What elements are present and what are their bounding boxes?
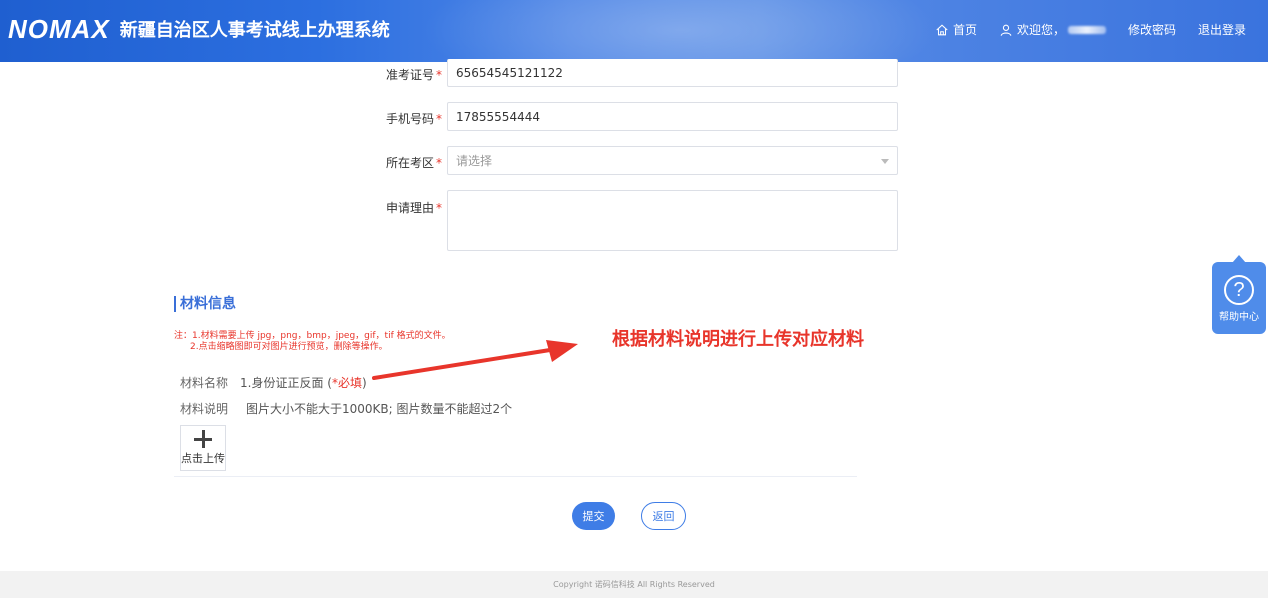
nav-change-password-label: 修改密码 (1127, 23, 1176, 37)
header-nav: 首页 欢迎您， 修改密码 退出登录 (913, 21, 1246, 38)
material-name-label: 材料名称 (180, 376, 229, 390)
reason-label: 申请理由 * (385, 201, 442, 215)
nav-change-password[interactable]: 修改密码 (1128, 21, 1176, 38)
help-center-button[interactable]: ? 帮助中心 (1212, 255, 1266, 334)
logo-mark: NOMAX (8, 13, 110, 44)
reason-textarea[interactable] (447, 190, 898, 251)
material-name-value: 1.身份证正反面 (*必填) (240, 376, 367, 390)
upload-label: 点击上传 (181, 452, 225, 465)
plus-icon (193, 429, 213, 449)
back-button[interactable]: 返回 (641, 502, 686, 530)
region-select[interactable]: 请选择 (447, 146, 898, 175)
nav-welcome-label: 欢迎您， (1016, 23, 1065, 37)
user-icon (1000, 24, 1012, 36)
section-divider (174, 476, 857, 477)
materials-section-title: 材料信息 (174, 296, 236, 312)
annotation-arrow-icon (372, 340, 578, 380)
nav-logout[interactable]: 退出登录 (1198, 21, 1246, 38)
nav-logout-label: 退出登录 (1197, 23, 1246, 37)
nav-home-label: 首页 (952, 23, 977, 37)
ticket-field[interactable]: 65654545121122 (447, 59, 898, 87)
phone-field[interactable]: 17855554444 (447, 102, 898, 131)
annotation-text: 根据材料说明进行上传对应材料 (612, 329, 864, 350)
copyright-text: Copyright 诺码信科技 All Rights Reserved (553, 580, 715, 589)
home-icon (936, 23, 948, 35)
material-desc-row: 材料说明 图片大小不能大于1000KB; 图片数量不能超过2个 (180, 400, 512, 417)
region-label: 所在考区 * (385, 156, 442, 170)
footer: Copyright 诺码信科技 All Rights Reserved (0, 571, 1268, 598)
help-center-label: 帮助中心 (1219, 312, 1259, 323)
system-title: 新疆自治区人事考试线上办理系统 (119, 20, 390, 41)
material-desc-label: 材料说明 (180, 402, 229, 416)
submit-button[interactable]: 提交 (572, 502, 615, 530)
phone-label: 手机号码 * (385, 112, 442, 126)
logo: NOMAX 新疆自治区人事考试线上办理系统 (8, 14, 390, 44)
upload-button[interactable]: 点击上传 (180, 425, 226, 471)
ticket-label: 准考证号 * (385, 68, 442, 82)
chevron-down-icon (881, 159, 889, 164)
material-desc-value: 图片大小不能大于1000KB; 图片数量不能超过2个 (246, 402, 513, 416)
material-name-row: 材料名称 1.身份证正反面 (*必填) (180, 374, 367, 391)
question-icon: ? (1224, 275, 1254, 305)
nav-user[interactable]: 欢迎您， (999, 21, 1106, 38)
top-header: NOMAX 新疆自治区人事考试线上办理系统 首页 欢迎您， 修改密码 退出登录 (0, 0, 1268, 62)
nav-home[interactable]: 首页 (935, 21, 977, 38)
blurred-username (1067, 25, 1106, 34)
